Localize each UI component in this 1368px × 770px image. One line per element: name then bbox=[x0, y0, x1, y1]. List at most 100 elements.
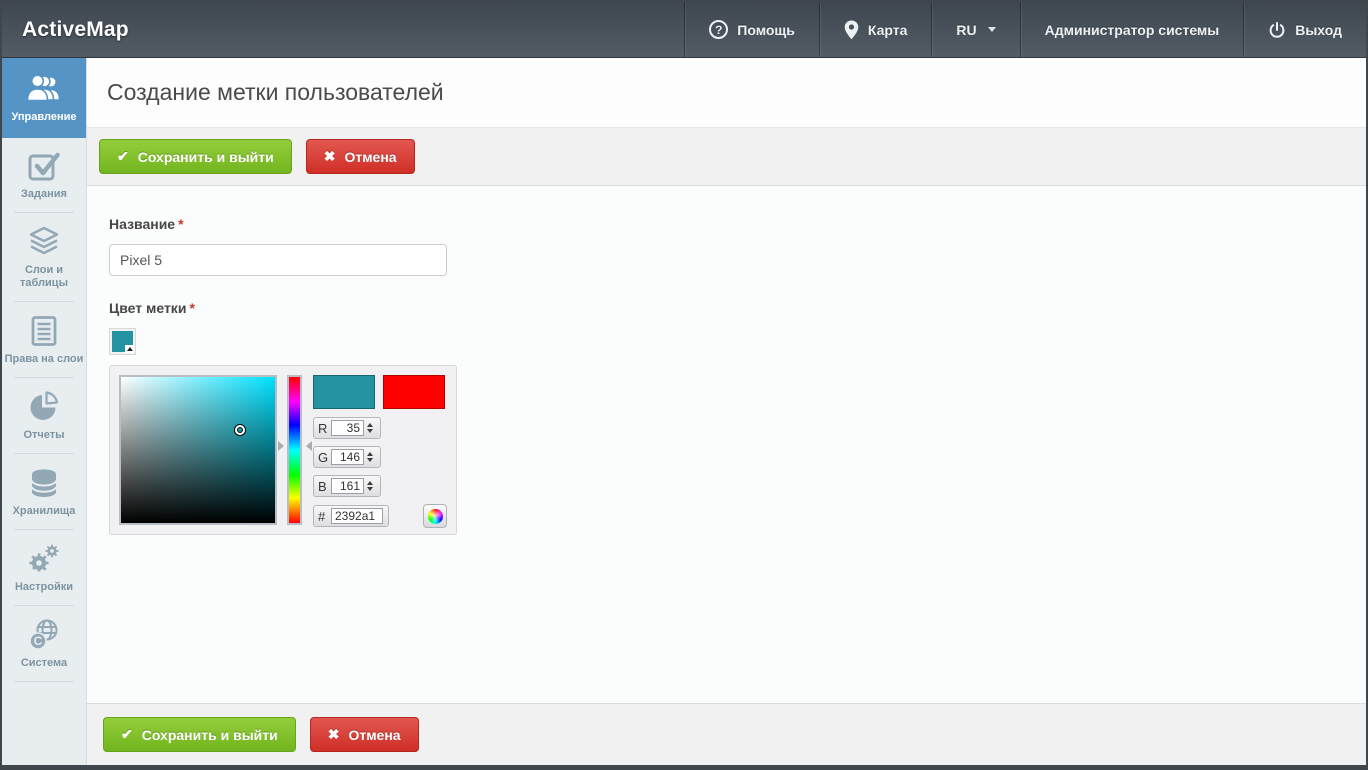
help-label: Помощь bbox=[737, 22, 795, 38]
checkbox-icon bbox=[26, 149, 62, 183]
brand-logo[interactable]: ActiveMap bbox=[2, 2, 684, 57]
check-icon: ✔ bbox=[121, 726, 133, 743]
sidebar-divider bbox=[14, 681, 74, 682]
blue-input[interactable] bbox=[331, 478, 364, 494]
sidebar-item-label: Хранилища bbox=[13, 505, 76, 518]
sidebar-item-label: Задания bbox=[21, 188, 67, 201]
sidebar-item-label: Система bbox=[21, 657, 67, 670]
top-bar: ActiveMap ? Помощь Карта RU Администрато… bbox=[2, 2, 1366, 58]
name-label-text: Название bbox=[109, 216, 175, 232]
color-field-label: Цвет метки* bbox=[109, 300, 1366, 316]
green-stepper[interactable] bbox=[367, 452, 373, 462]
color-wheel-button[interactable] bbox=[423, 504, 447, 528]
power-icon bbox=[1268, 21, 1286, 39]
sidebar-item-tasks[interactable]: Задания bbox=[2, 138, 86, 211]
sidebar-divider bbox=[14, 529, 74, 530]
sidebar-item-label: Настройки bbox=[15, 581, 73, 594]
hex-input[interactable] bbox=[331, 508, 383, 524]
hex-label: # bbox=[318, 509, 331, 524]
map-button[interactable]: Карта bbox=[819, 2, 932, 57]
swatch-corner-arrow-icon bbox=[125, 345, 134, 353]
sidebar-item-label: Права на слои bbox=[5, 353, 84, 366]
green-field: G bbox=[313, 446, 381, 468]
toolbar-bottom: ✔ Сохранить и выйти ✖ Отмена bbox=[87, 703, 1366, 765]
caret-down-icon bbox=[988, 27, 996, 32]
logout-button[interactable]: Выход bbox=[1243, 2, 1366, 57]
sidebar-item-layers[interactable]: Слои и таблицы bbox=[2, 214, 86, 300]
gears-icon bbox=[26, 542, 62, 576]
required-marker: * bbox=[189, 300, 194, 316]
current-color-preview bbox=[313, 375, 375, 409]
form-area: Название* Цвет метки* bbox=[87, 186, 1366, 703]
svg-text:C: C bbox=[34, 634, 43, 648]
rgb-inputs: R G B bbox=[313, 417, 447, 497]
hex-field: # bbox=[313, 505, 389, 527]
save-button-bottom[interactable]: ✔ Сохранить и выйти bbox=[103, 717, 296, 752]
sidebar-item-system[interactable]: C Система bbox=[2, 607, 86, 680]
hue-pointer-left-icon bbox=[278, 441, 284, 451]
picker-swatches bbox=[313, 375, 447, 409]
layers-icon bbox=[26, 225, 62, 259]
red-field: R bbox=[313, 417, 381, 439]
sidebar-divider bbox=[14, 377, 74, 378]
saturation-value-area[interactable] bbox=[119, 375, 277, 525]
sidebar-item-storage[interactable]: Хранилища bbox=[2, 455, 86, 528]
green-input[interactable] bbox=[331, 449, 364, 465]
pie-chart-icon bbox=[26, 390, 62, 424]
main-panel: Создание метки пользователей ✔ Сохранить… bbox=[87, 58, 1366, 765]
red-input[interactable] bbox=[331, 420, 364, 436]
cancel-button-label: Отмена bbox=[348, 727, 400, 743]
blue-stepper[interactable] bbox=[367, 481, 373, 491]
save-button[interactable]: ✔ Сохранить и выйти bbox=[99, 139, 292, 174]
name-input[interactable] bbox=[109, 244, 447, 276]
page-title-bar: Создание метки пользователей bbox=[87, 58, 1366, 128]
compare-color-preview[interactable] bbox=[383, 375, 445, 409]
hex-row: # bbox=[313, 504, 447, 528]
check-icon: ✔ bbox=[117, 148, 129, 165]
language-dropdown[interactable]: RU bbox=[931, 2, 1019, 57]
cross-icon: ✖ bbox=[328, 726, 340, 743]
sidebar-item-label: Отчеты bbox=[23, 429, 64, 442]
page-title: Создание метки пользователей bbox=[107, 79, 444, 106]
sidebar-divider bbox=[14, 605, 74, 606]
users-icon bbox=[25, 72, 63, 106]
sidebar: Управление Задания Слои и таблицы bbox=[2, 58, 87, 765]
user-label: Администратор системы bbox=[1045, 22, 1220, 38]
cancel-button-bottom[interactable]: ✖ Отмена bbox=[310, 717, 419, 752]
toolbar-top: ✔ Сохранить и выйти ✖ Отмена bbox=[87, 128, 1366, 186]
cross-icon: ✖ bbox=[324, 148, 336, 165]
top-nav: ? Помощь Карта RU Администратор системы bbox=[684, 2, 1366, 57]
user-menu[interactable]: Администратор системы bbox=[1020, 2, 1244, 57]
sidebar-item-layer-rights[interactable]: Права на слои bbox=[2, 303, 86, 376]
app-body: Управление Задания Слои и таблицы bbox=[2, 58, 1366, 765]
sidebar-divider bbox=[14, 453, 74, 454]
green-label: G bbox=[318, 450, 331, 465]
app-window: ActiveMap ? Помощь Карта RU Администрато… bbox=[0, 0, 1368, 770]
hue-slider[interactable] bbox=[277, 375, 313, 525]
document-icon bbox=[26, 314, 62, 348]
blue-label: B bbox=[318, 479, 331, 494]
color-label-text: Цвет метки bbox=[109, 300, 186, 316]
hue-pointer-right-icon bbox=[306, 441, 312, 451]
color-picker-panel: R G B bbox=[109, 365, 457, 535]
blue-field: B bbox=[313, 475, 381, 497]
red-label: R bbox=[318, 421, 331, 436]
database-icon bbox=[26, 466, 62, 500]
cancel-button-label: Отмена bbox=[344, 149, 396, 165]
color-swatch-button[interactable] bbox=[109, 328, 136, 355]
save-button-label: Сохранить и выйти bbox=[138, 149, 274, 165]
color-wheel-icon bbox=[428, 509, 443, 524]
sidebar-item-management[interactable]: Управление bbox=[2, 58, 86, 138]
red-stepper[interactable] bbox=[367, 423, 373, 433]
sidebar-item-label: Управление bbox=[11, 111, 76, 124]
hue-gradient-bar[interactable] bbox=[287, 375, 302, 525]
map-label: Карта bbox=[868, 22, 908, 38]
sidebar-item-reports[interactable]: Отчеты bbox=[2, 379, 86, 452]
help-button[interactable]: ? Помощь bbox=[684, 2, 819, 57]
sv-marker[interactable] bbox=[235, 425, 245, 435]
sidebar-divider bbox=[14, 301, 74, 302]
sidebar-item-settings[interactable]: Настройки bbox=[2, 531, 86, 604]
cancel-button[interactable]: ✖ Отмена bbox=[306, 139, 415, 174]
name-field-label: Название* bbox=[109, 216, 1366, 232]
globe-icon: C bbox=[26, 618, 62, 652]
